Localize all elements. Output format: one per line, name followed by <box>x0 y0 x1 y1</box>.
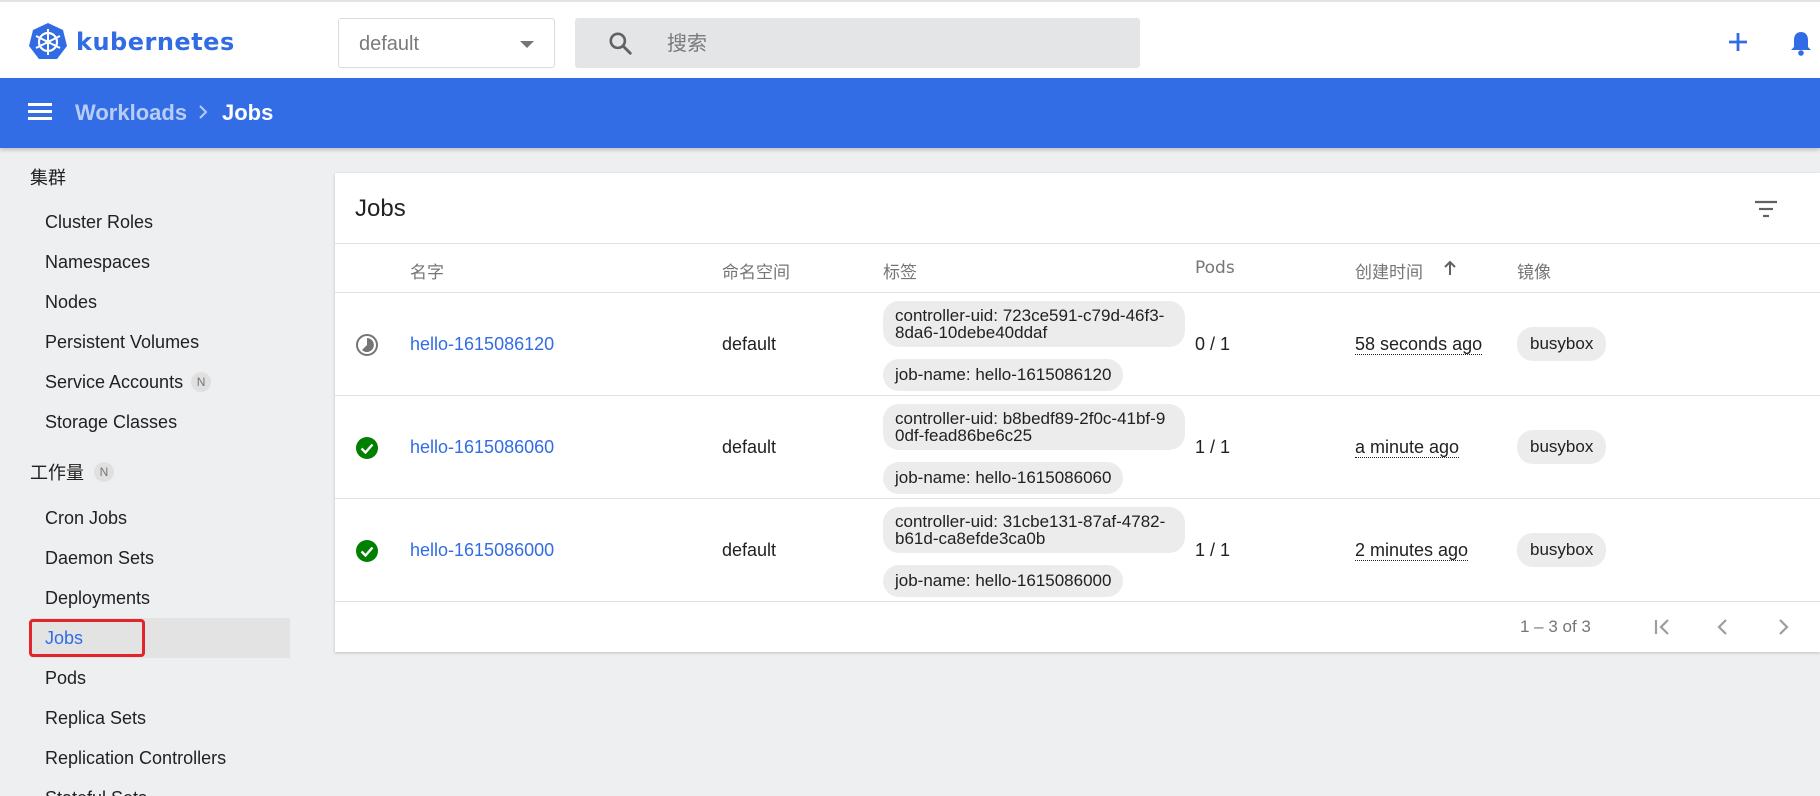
table-row: hello-1615086000 default controller-uid:… <box>335 499 1820 602</box>
logo-text: kubernetes <box>76 28 235 56</box>
card-title: Jobs <box>355 195 406 222</box>
breadcrumb-workloads[interactable]: Workloads <box>75 100 187 126</box>
breadcrumb-bar: Workloads Jobs <box>0 78 1820 148</box>
namespace-cell: default <box>722 437 777 457</box>
nav-label: Pods <box>45 667 87 688</box>
nav-label: Cron Jobs <box>45 507 128 528</box>
first-page-icon[interactable] <box>1649 613 1677 641</box>
job-name-link[interactable]: hello-1615086060 <box>410 437 554 458</box>
label-chip: controller-uid: b8bedf89-2f0c-41bf-90df-… <box>883 404 1185 450</box>
label-chip: job-name: hello-1615086060 <box>883 462 1124 494</box>
pods-cell: 1 / 1 <box>1195 540 1231 560</box>
section-title: 工作量 <box>30 463 84 484</box>
nav-label: Nodes <box>45 291 98 312</box>
sidebar-item-deployments[interactable]: Deployments <box>30 578 290 618</box>
caret-down-icon <box>520 41 534 48</box>
label-chip: job-name: hello-1615086000 <box>883 565 1124 597</box>
namespace-cell: default <box>722 540 777 560</box>
nav-label: Replication Controllers <box>45 747 227 768</box>
breadcrumb-current: Jobs <box>222 100 274 125</box>
label-chip: job-name: hello-1615086120 <box>883 359 1124 391</box>
namespace-select[interactable]: default <box>338 18 555 68</box>
sidebar-item-cron-jobs[interactable]: Cron Jobs <box>30 498 290 538</box>
success-check-icon <box>356 437 378 459</box>
section-title: 集群 <box>30 168 66 189</box>
sidebar-item-namespaces[interactable]: Namespaces <box>30 242 290 282</box>
sidebar-item-stateful-sets[interactable]: Stateful Sets <box>30 778 290 796</box>
pending-status-icon <box>356 334 378 356</box>
filter-icon[interactable] <box>1752 197 1780 221</box>
sidebar-item-storage-classes[interactable]: Storage Classes <box>30 402 290 442</box>
sidebar-item-nodes[interactable]: Nodes <box>30 282 290 322</box>
pods-cell: 0 / 1 <box>1195 334 1231 354</box>
kubernetes-logo[interactable]: kubernetes <box>28 22 235 62</box>
sidebar-item-replication-controllers[interactable]: Replication Controllers <box>30 738 290 778</box>
col-created[interactable]: 创建时间 <box>1355 258 1423 283</box>
pagination-range: 1 – 3 of 3 <box>1520 617 1591 636</box>
kubernetes-wheel-icon <box>29 23 67 59</box>
image-chip: busybox <box>1517 327 1607 361</box>
nav-label: Cluster Roles <box>45 211 154 232</box>
job-name-link[interactable]: hello-1615086000 <box>410 540 554 561</box>
notifications-bell-icon[interactable] <box>1786 28 1816 58</box>
image-chip: busybox <box>1517 430 1607 464</box>
search-input[interactable] <box>667 18 1107 68</box>
nav-label: Daemon Sets <box>45 547 155 568</box>
sidebar-item-cluster-roles[interactable]: Cluster Roles <box>30 202 290 242</box>
nav-label: Service Accounts <box>45 371 184 392</box>
top-bar: kubernetes default <box>0 0 1820 78</box>
jobs-highlight-annotation <box>29 619 145 657</box>
label-chip: controller-uid: 31cbe131-87af-4782-b61d-… <box>883 507 1185 553</box>
sidebar-item-pods[interactable]: Pods <box>30 658 290 698</box>
col-labels: 标签 <box>883 263 917 283</box>
pods-cell: 1 / 1 <box>1195 437 1231 457</box>
success-check-icon <box>356 540 378 562</box>
col-images: 镜像 <box>1517 263 1551 283</box>
sidebar: 集群 Cluster Roles Namespaces Nodes Persis… <box>0 148 300 796</box>
nav-label: Persistent Volumes <box>45 331 200 352</box>
namespaced-badge: N <box>191 372 212 392</box>
sidebar-item-persistent-volumes[interactable]: Persistent Volumes <box>30 322 290 362</box>
table-header: 名字 命名空间 标签 Pods 创建时间 镜像 <box>335 243 1820 293</box>
sidebar-section-workloads[interactable]: 工作量 N <box>30 459 114 485</box>
label-chip: controller-uid: 723ce591-c79d-46f3-8da6-… <box>883 301 1185 347</box>
search-icon <box>609 32 632 55</box>
col-name[interactable]: 名字 <box>410 258 444 283</box>
table-row: hello-1615086120 default controller-uid:… <box>335 293 1820 396</box>
sidebar-item-service-accounts[interactable]: Service Accounts N <box>30 362 290 402</box>
hamburger-menu-icon[interactable] <box>28 100 54 126</box>
sidebar-item-replica-sets[interactable]: Replica Sets <box>30 698 290 738</box>
sidebar-item-daemon-sets[interactable]: Daemon Sets <box>30 538 290 578</box>
nav-label: Namespaces <box>45 251 151 272</box>
sidebar-section-cluster[interactable]: 集群 <box>30 164 66 190</box>
created-cell: 58 seconds ago <box>1355 334 1483 355</box>
nav-label: Deployments <box>45 587 151 608</box>
col-namespace[interactable]: 命名空间 <box>722 258 790 283</box>
created-cell: 2 minutes ago <box>1355 540 1469 561</box>
created-cell: a minute ago <box>1355 437 1460 458</box>
job-name-link[interactable]: hello-1615086120 <box>410 334 554 355</box>
namespace-value: default <box>359 33 420 55</box>
next-page-icon[interactable] <box>1769 613 1797 641</box>
chevron-right-icon <box>199 105 208 119</box>
namespace-cell: default <box>722 334 777 354</box>
nav-label: Replica Sets <box>45 707 147 728</box>
namespaced-badge: N <box>94 462 114 482</box>
col-pods: Pods <box>1195 258 1235 278</box>
image-chip: busybox <box>1517 533 1607 567</box>
nav-label: Stateful Sets <box>45 788 147 796</box>
previous-page-icon[interactable] <box>1709 613 1737 641</box>
create-plus-button[interactable] <box>1722 26 1754 58</box>
jobs-card: Jobs 名字 命名空间 标签 Pods 创建时间 镜像 hello-16150… <box>335 173 1820 652</box>
search-bar[interactable] <box>575 18 1140 68</box>
nav-label: Storage Classes <box>45 411 178 432</box>
table-row: hello-1615086060 default controller-uid:… <box>335 396 1820 499</box>
sort-arrow-up-icon[interactable] <box>1442 259 1458 277</box>
